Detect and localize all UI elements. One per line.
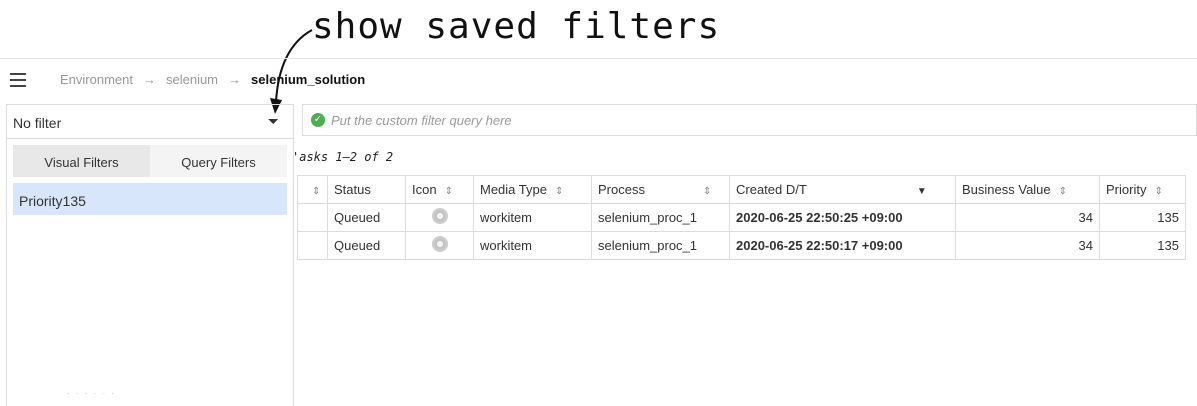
tasks-table: ⇕ Status Icon ⇕ Media Type ⇕ Process ⇕ Crea… bbox=[297, 175, 1186, 260]
saved-filter-value: No filter bbox=[13, 115, 62, 131]
check-circle-icon: ✓ bbox=[311, 113, 325, 127]
saved-filter-item[interactable]: Priority135 bbox=[13, 183, 287, 215]
sort-icon[interactable]: ⇕ bbox=[312, 186, 320, 197]
panel-footer-dots: · · · · · · bbox=[67, 389, 117, 398]
filter-query-input[interactable] bbox=[331, 111, 1171, 129]
column-header-media-type[interactable]: Media Type ⇕ bbox=[473, 175, 592, 204]
priority-cell: 135 bbox=[1099, 231, 1186, 260]
sort-icon[interactable]: ⇕ bbox=[1154, 186, 1162, 197]
breadcrumb-arrow-icon: → bbox=[142, 72, 156, 87]
sort-icon[interactable]: ⇕ bbox=[1059, 186, 1067, 197]
sort-icon[interactable]: ⇕ bbox=[703, 186, 711, 197]
top-bar: Environment → selenium → selenium_soluti… bbox=[0, 58, 1197, 102]
sort-icon[interactable]: ⇕ bbox=[555, 186, 563, 197]
column-header-process[interactable]: Process ⇕ bbox=[591, 175, 730, 204]
media-type-cell: workitem bbox=[473, 231, 592, 260]
status-cell: Queued bbox=[327, 231, 406, 260]
column-header-status[interactable]: Status bbox=[327, 175, 406, 204]
column-header-icon[interactable]: Icon ⇕ bbox=[405, 175, 474, 204]
icon-cell bbox=[405, 231, 474, 260]
icon-cell bbox=[405, 203, 474, 232]
column-header-created[interactable]: Created D/T ▼ bbox=[729, 175, 956, 204]
hamburger-menu-icon[interactable] bbox=[10, 73, 26, 87]
filter-panel: No filter ⏷ Visual Filters Query Filters… bbox=[6, 104, 294, 406]
saved-filter-select[interactable]: No filter ⏷ bbox=[7, 105, 293, 139]
process-cell: selenium_proc_1 bbox=[591, 231, 730, 260]
sort-icon[interactable]: ⇕ bbox=[445, 186, 453, 197]
business-value-cell: 34 bbox=[955, 231, 1100, 260]
column-header-business-value[interactable]: Business Value ⇕ bbox=[955, 175, 1100, 204]
created-cell: 2020-06-25 22:50:25 +09:00 bbox=[729, 203, 956, 232]
business-value-cell: 34 bbox=[955, 203, 1100, 232]
row-select-cell[interactable] bbox=[297, 203, 328, 232]
status-cell: Queued bbox=[327, 203, 406, 232]
breadcrumb-current: selenium_solution bbox=[251, 72, 366, 87]
process-cell: selenium_proc_1 bbox=[591, 203, 730, 232]
annotation-label: show saved filters bbox=[312, 6, 721, 47]
filter-funnel-icon[interactable]: ⏷ bbox=[268, 113, 279, 130]
column-header-priority[interactable]: Priority ⇕ bbox=[1099, 175, 1186, 204]
tasks-count: 'asks 1–2 of 2 bbox=[292, 150, 394, 164]
media-type-cell: workitem bbox=[473, 203, 592, 232]
breadcrumb-item-environment[interactable]: Environment bbox=[60, 72, 133, 87]
table-header-row: ⇕ Status Icon ⇕ Media Type ⇕ Process ⇕ Crea… bbox=[297, 175, 1186, 204]
priority-cell: 135 bbox=[1099, 203, 1186, 232]
table-row[interactable]: Queued workitem selenium_proc_1 2020-06-… bbox=[297, 203, 1186, 232]
query-bar[interactable]: ✓ bbox=[302, 104, 1197, 136]
filter-tabs: Visual Filters Query Filters bbox=[13, 145, 287, 177]
tab-visual-filters[interactable]: Visual Filters bbox=[13, 145, 150, 177]
row-select-cell[interactable] bbox=[297, 231, 328, 260]
breadcrumb-item-selenium[interactable]: selenium bbox=[166, 72, 218, 87]
created-cell: 2020-06-25 22:50:17 +09:00 bbox=[729, 231, 956, 260]
breadcrumb: Environment → selenium → selenium_soluti… bbox=[60, 72, 365, 87]
gear-icon bbox=[431, 236, 448, 252]
breadcrumb-arrow-icon: → bbox=[228, 72, 242, 87]
gear-icon bbox=[431, 208, 448, 224]
table-row[interactable]: Queued workitem selenium_proc_1 2020-06-… bbox=[297, 231, 1186, 260]
tab-query-filters[interactable]: Query Filters bbox=[150, 145, 287, 177]
column-header-select[interactable]: ⇕ bbox=[297, 175, 328, 204]
sort-desc-icon[interactable]: ▼ bbox=[917, 186, 927, 197]
